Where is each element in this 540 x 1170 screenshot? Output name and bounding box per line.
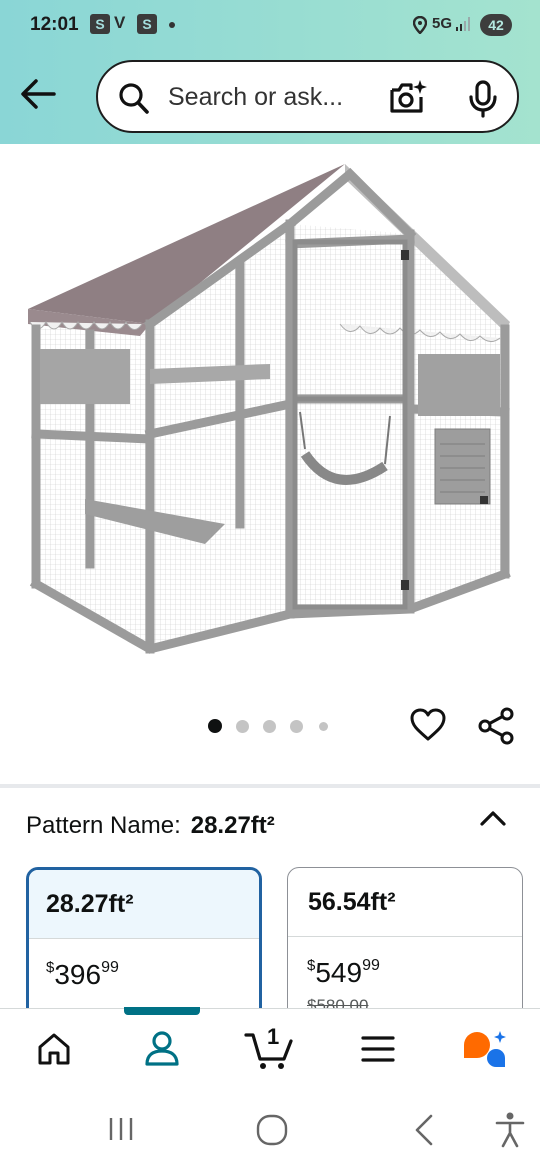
signal-icon (456, 17, 470, 31)
battery-icon: 42 (480, 14, 512, 36)
nav-active-indicator (124, 1007, 200, 1015)
cat-enclosure-image (28, 164, 511, 654)
back-button[interactable] (18, 76, 58, 112)
price-whole: 396 (54, 959, 102, 990)
option-price: $39699 (29, 939, 259, 991)
home-circle-icon[interactable] (255, 1113, 289, 1147)
option-card-56-54ft[interactable]: 56.54ft² $54999 $580.00 (287, 867, 523, 1027)
mic-icon[interactable] (468, 80, 498, 118)
notification-icon: S (137, 14, 157, 34)
system-nav-bar (0, 1094, 540, 1170)
accessibility-icon[interactable] (494, 1111, 526, 1149)
search-icon (119, 83, 149, 114)
notification-icon: V (114, 13, 126, 32)
pattern-name-row: Pattern Name: 28.27ft² (26, 812, 275, 840)
carousel-dot[interactable] (290, 720, 303, 733)
back-chevron-icon[interactable] (412, 1113, 436, 1147)
section-divider (0, 784, 540, 788)
option-name: 56.54ft² (288, 868, 522, 937)
network-type: 5G (432, 15, 453, 32)
option-price: $54999 (288, 937, 522, 989)
carousel-dot[interactable] (263, 720, 276, 733)
chevron-up-icon[interactable] (479, 806, 507, 830)
header: 12:01 S V S 5G 42 Search or ask... (0, 0, 540, 144)
option-name: 28.27ft² (29, 870, 259, 939)
heart-icon[interactable] (409, 706, 447, 744)
carousel-dot[interactable] (236, 720, 249, 733)
status-bar: 12:01 S V S 5G 42 (0, 0, 540, 50)
location-icon (413, 16, 427, 34)
price-cents: 99 (101, 959, 119, 976)
more-notifications-dot (169, 22, 175, 28)
pattern-label: Pattern Name: (26, 812, 181, 839)
carousel-dot[interactable] (319, 722, 328, 731)
home-icon[interactable] (36, 1031, 72, 1067)
option-card-28-27ft[interactable]: 28.27ft² $39699 (26, 867, 262, 1027)
profile-icon[interactable] (143, 1029, 181, 1067)
ai-assistant-icon[interactable] (462, 1029, 510, 1071)
product-image[interactable] (0, 144, 540, 684)
price-cents: 99 (362, 957, 380, 974)
menu-icon[interactable] (361, 1035, 395, 1063)
camera-icon[interactable] (388, 78, 428, 116)
back-arrow-icon (21, 79, 56, 109)
pattern-value: 28.27ft² (190, 812, 275, 839)
share-icon[interactable] (477, 706, 515, 746)
search-bar[interactable]: Search or ask... (96, 60, 519, 133)
cart-count: 1 (267, 1024, 280, 1049)
recents-icon[interactable] (106, 1114, 136, 1144)
search-input[interactable]: Search or ask... (168, 83, 343, 112)
notification-icon: S (90, 14, 110, 34)
status-time: 12:01 (30, 14, 79, 35)
price-whole: 549 (315, 957, 363, 988)
bottom-nav (0, 1007, 540, 1094)
carousel-dot[interactable] (208, 719, 222, 733)
